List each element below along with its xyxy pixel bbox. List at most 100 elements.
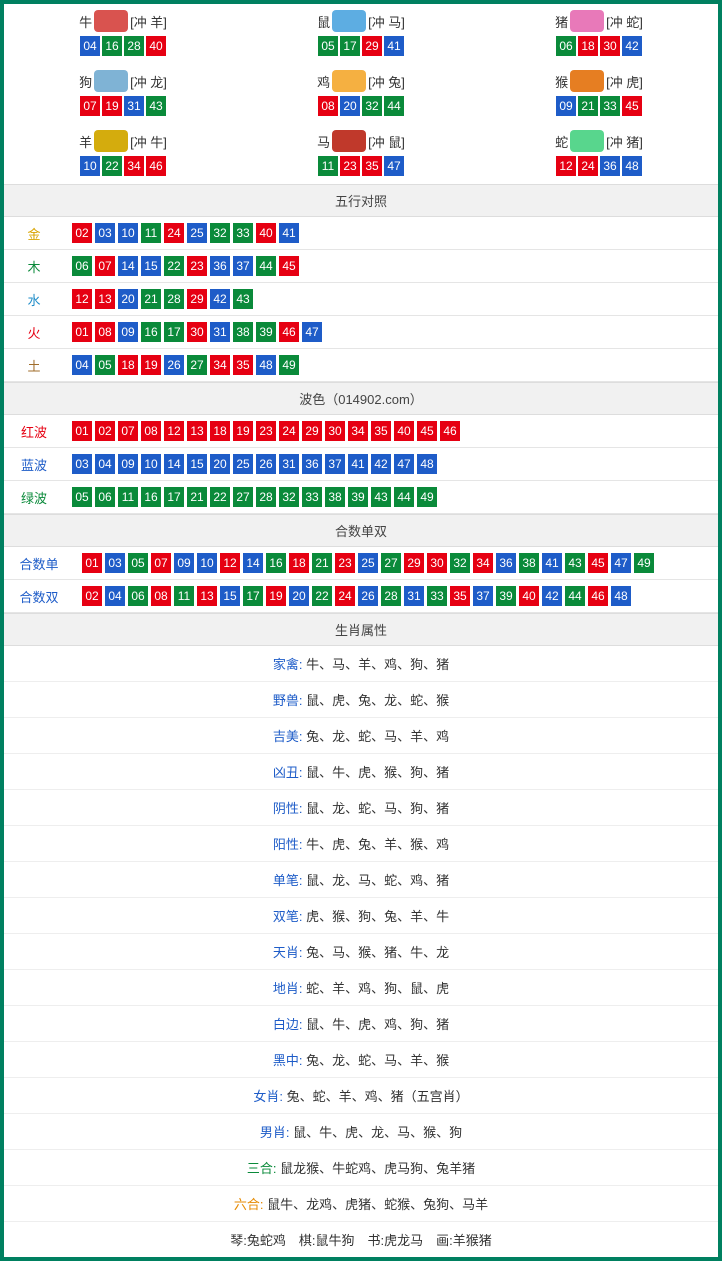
attr-key: 六合:: [234, 1197, 267, 1212]
number-chip: 48: [611, 586, 631, 606]
attr-value: 蛇、羊、鸡、狗、鼠、虎: [306, 981, 449, 996]
number-chip: 28: [164, 289, 184, 309]
number-chip: 08: [141, 421, 161, 441]
attr-key: 三合:: [247, 1161, 280, 1176]
number-chip: 29: [302, 421, 322, 441]
number-chip: 42: [210, 289, 230, 309]
number-chip: 15: [220, 586, 240, 606]
attr-value: 牛、马、羊、鸡、狗、猪: [306, 657, 449, 672]
attr-key: 单笔:: [273, 873, 306, 888]
number-chip: 22: [164, 256, 184, 276]
zodiac-cell: 羊[冲 牛]10223446: [4, 124, 242, 184]
number-chip: 22: [102, 156, 122, 176]
attr-key: 家禽:: [273, 657, 306, 672]
number-chip: 29: [404, 553, 424, 573]
number-chip: 05: [72, 487, 92, 507]
number-chip: 10: [80, 156, 100, 176]
number-chip: 15: [141, 256, 161, 276]
zodiac-name: 狗: [79, 72, 92, 91]
zodiac-name: 羊: [79, 132, 92, 151]
number-chip: 16: [266, 553, 286, 573]
number-chip: 34: [124, 156, 144, 176]
number-chip: 40: [256, 223, 276, 243]
attr-value: 兔、龙、蛇、马、羊、猴: [306, 1053, 449, 1068]
number-chip: 27: [187, 355, 207, 375]
number-chip: 28: [256, 487, 276, 507]
attr-key: 地肖:: [273, 981, 306, 996]
number-chip: 03: [72, 454, 92, 474]
table-row: 红波0102070812131819232429303435404546: [4, 415, 718, 448]
number-chip: 23: [256, 421, 276, 441]
number-chip: 24: [279, 421, 299, 441]
number-chip: 42: [371, 454, 391, 474]
zodiac-icon: [332, 70, 366, 92]
attr-row: 家禽: 牛、马、羊、鸡、狗、猪: [4, 646, 718, 682]
number-chip: 47: [384, 156, 404, 176]
zodiac-name: 鸡: [317, 72, 330, 91]
number-chip: 32: [279, 487, 299, 507]
number-chip: 16: [141, 322, 161, 342]
number-chip: 01: [72, 322, 92, 342]
attr-row: 白边: 鼠、牛、虎、鸡、狗、猪: [4, 1006, 718, 1042]
table-row: 土04051819262734354849: [4, 349, 718, 382]
attr-key: 黑中:: [273, 1053, 306, 1068]
number-chip: 44: [565, 586, 585, 606]
row-label: 土: [4, 349, 64, 382]
number-chip: 45: [588, 553, 608, 573]
zodiac-numbers: 05172941: [242, 36, 480, 56]
number-chip: 20: [118, 289, 138, 309]
row-label: 合数单: [4, 547, 74, 580]
number-chip: 42: [542, 586, 562, 606]
row-numbers: 06071415222336374445: [64, 250, 718, 283]
number-chip: 47: [302, 322, 322, 342]
number-chip: 04: [80, 36, 100, 56]
zodiac-conflict: [冲 牛]: [130, 132, 167, 151]
number-chip: 43: [146, 96, 166, 116]
number-chip: 43: [371, 487, 391, 507]
number-chip: 25: [187, 223, 207, 243]
zodiac-icon: [570, 70, 604, 92]
number-chip: 04: [95, 454, 115, 474]
row-label: 木: [4, 250, 64, 283]
number-chip: 19: [141, 355, 161, 375]
zodiac-icon: [94, 130, 128, 152]
zodiac-numbers: 08203244: [242, 96, 480, 116]
number-chip: 05: [95, 355, 115, 375]
number-chip: 21: [578, 96, 598, 116]
number-chip: 16: [141, 487, 161, 507]
number-chip: 47: [611, 553, 631, 573]
number-chip: 35: [371, 421, 391, 441]
attr-row: 男肖: 鼠、牛、虎、龙、马、猴、狗: [4, 1114, 718, 1150]
attr-key: 阴性:: [273, 801, 306, 816]
number-chip: 44: [384, 96, 404, 116]
zodiac-grid: 牛[冲 羊]04162840鼠[冲 马]05172941猪[冲 蛇]061830…: [4, 4, 718, 184]
zodiac-conflict: [冲 鼠]: [368, 132, 405, 151]
number-chip: 34: [473, 553, 493, 573]
table-row: 绿波05061116172122272832333839434449: [4, 481, 718, 514]
number-chip: 09: [556, 96, 576, 116]
number-chip: 23: [340, 156, 360, 176]
number-chip: 44: [394, 487, 414, 507]
attr-row: 地肖: 蛇、羊、鸡、狗、鼠、虎: [4, 970, 718, 1006]
zodiac-name: 猪: [555, 12, 568, 31]
attr-row: 阳性: 牛、虎、兔、羊、猴、鸡: [4, 826, 718, 862]
table-row: 合数单0103050709101214161821232527293032343…: [4, 547, 718, 580]
attr-key: 双笔:: [273, 909, 306, 924]
number-chip: 05: [128, 553, 148, 573]
number-chip: 08: [151, 586, 171, 606]
number-chip: 34: [210, 355, 230, 375]
number-chip: 39: [496, 586, 516, 606]
attr-row: 双笔: 虎、猴、狗、兔、羊、牛: [4, 898, 718, 934]
number-chip: 39: [256, 322, 276, 342]
number-chip: 16: [102, 36, 122, 56]
zodiac-name: 猴: [555, 72, 568, 91]
zodiac-cell: 鸡[冲 兔]08203244: [242, 64, 480, 124]
number-chip: 22: [312, 586, 332, 606]
zodiac-cell: 猪[冲 蛇]06183042: [480, 4, 718, 64]
number-chip: 40: [394, 421, 414, 441]
attr-value: 鼠龙猴、牛蛇鸡、虎马狗、兔羊猪: [280, 1161, 475, 1176]
number-chip: 48: [256, 355, 276, 375]
number-chip: 35: [362, 156, 382, 176]
table-row: 金02031011242532334041: [4, 217, 718, 250]
number-chip: 07: [95, 256, 115, 276]
